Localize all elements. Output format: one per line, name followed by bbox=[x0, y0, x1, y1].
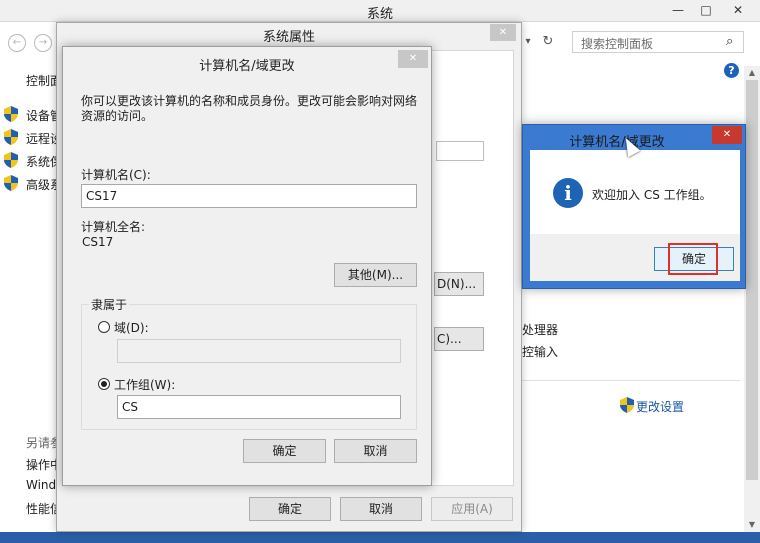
sidebar-item-remote-settings[interactable]: 远程设 bbox=[4, 129, 62, 147]
dialog-title: 系统属性 bbox=[262, 30, 315, 45]
uac-shield-icon bbox=[4, 175, 18, 191]
sidebar-item-device-manager[interactable]: 设备管 bbox=[4, 106, 62, 124]
workgroup-label[interactable]: 工作组(W): bbox=[114, 376, 175, 393]
help-icon[interactable]: ? bbox=[724, 63, 739, 78]
change-button[interactable]: C)... bbox=[434, 327, 484, 351]
minimize-button[interactable]: — bbox=[664, 0, 692, 20]
close-button[interactable]: ✕ bbox=[720, 0, 756, 20]
cancel-button[interactable]: 取消 bbox=[340, 497, 422, 521]
full-computer-name-value: CS17 bbox=[82, 235, 114, 249]
domain-input[interactable] bbox=[117, 339, 401, 363]
window-title: 系统 bbox=[366, 7, 393, 22]
domain-radio[interactable] bbox=[98, 321, 110, 333]
close-button[interactable]: ✕ bbox=[490, 24, 516, 41]
scroll-up-icon[interactable]: ▲ bbox=[744, 66, 760, 80]
taskbar-edge bbox=[0, 532, 760, 543]
full-computer-name-label: 计算机全名: bbox=[81, 220, 146, 234]
change-settings-label: 更改设置 bbox=[636, 400, 685, 414]
network-id-button[interactable]: D(N)... bbox=[434, 272, 484, 296]
change-settings-link[interactable]: 更改设置 bbox=[620, 397, 684, 415]
workgroup-input[interactable]: CS bbox=[117, 395, 401, 419]
close-button[interactable]: ✕ bbox=[398, 50, 428, 68]
computer-name-input[interactable]: CS17 bbox=[81, 184, 417, 208]
description-text: 你可以更改该计算机的名称和成员身份。更改可能会影响对网络资源的访问。 bbox=[81, 94, 418, 123]
sidebar-item-advanced-settings[interactable]: 高级系 bbox=[4, 175, 62, 193]
workgroup-radio[interactable] bbox=[98, 378, 110, 390]
more-button[interactable]: 其他(M)... bbox=[334, 263, 417, 287]
address-dropdown-icon[interactable]: ▾ bbox=[520, 32, 536, 52]
dialog-title: 计算机名/域更改 bbox=[199, 59, 295, 74]
divider bbox=[522, 380, 740, 381]
search-icon[interactable]: ⌕ bbox=[726, 34, 733, 49]
info-icon: i bbox=[553, 178, 583, 208]
uac-shield-icon bbox=[4, 152, 18, 168]
forward-arrow-icon[interactable]: → bbox=[34, 34, 52, 52]
sidebar-item-system-protection[interactable]: 系统保 bbox=[4, 152, 62, 170]
cancel-button[interactable]: 取消 bbox=[334, 439, 417, 463]
scroll-down-icon[interactable]: ▼ bbox=[744, 518, 760, 532]
close-button[interactable]: ✕ bbox=[712, 126, 742, 144]
uac-shield-icon bbox=[4, 106, 18, 122]
dialog-title: 计算机名/域更改 bbox=[569, 135, 665, 150]
refresh-icon[interactable]: ↻ bbox=[540, 32, 556, 52]
uac-shield-icon bbox=[4, 129, 18, 145]
uac-shield-icon bbox=[620, 397, 634, 413]
ok-button[interactable]: 确定 bbox=[249, 497, 331, 521]
pen-input-text: 控输入 bbox=[522, 345, 559, 359]
maximize-button[interactable]: □ bbox=[692, 0, 720, 20]
computer-name-label: 计算机名(C): bbox=[81, 168, 151, 182]
back-arrow-icon[interactable]: ← bbox=[8, 34, 26, 52]
description-field[interactable] bbox=[436, 141, 484, 161]
highlight-box bbox=[668, 243, 718, 275]
processor-text: 处理器 bbox=[522, 323, 559, 337]
apply-button[interactable]: 应用(A) bbox=[431, 497, 513, 521]
member-of-label: 隶属于 bbox=[89, 296, 130, 313]
welcome-message-text: 欢迎加入 CS 工作组。 bbox=[592, 188, 712, 202]
domain-label[interactable]: 域(D): bbox=[114, 319, 149, 336]
ok-button[interactable]: 确定 bbox=[243, 439, 326, 463]
scrollbar-thumb[interactable] bbox=[746, 80, 758, 480]
search-placeholder: 搜索控制面板 bbox=[581, 37, 654, 51]
